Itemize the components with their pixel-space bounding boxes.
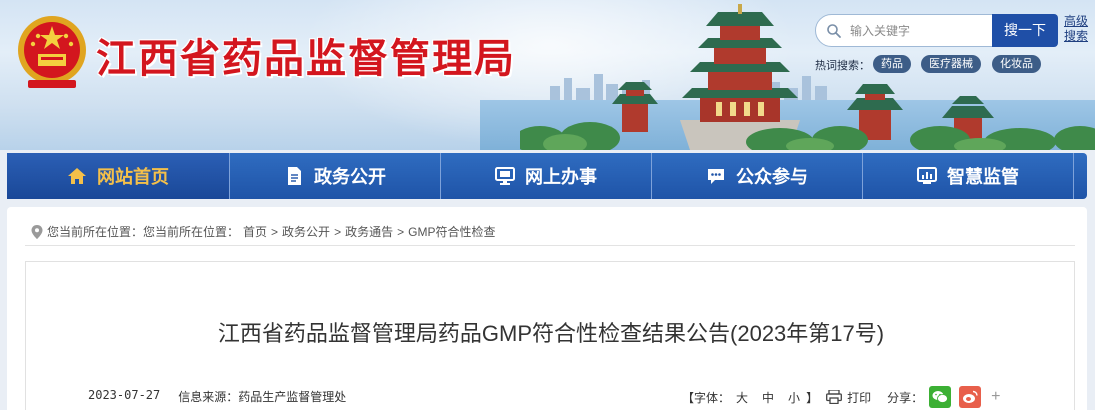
nav-label-public-participation: 公众参与: [736, 167, 808, 187]
article-meta: 2023-07-27 信息来源：药品生产监督管理处: [88, 388, 346, 405]
font-size-small-button[interactable]: 小: [788, 389, 800, 406]
hot-search-label: 热词搜索：: [815, 60, 870, 72]
hot-tag-drugs[interactable]: 药品: [873, 55, 911, 73]
monitor-icon: [495, 167, 515, 185]
font-size-label: 【字体：: [682, 390, 731, 405]
font-size-medium-button[interactable]: 中: [762, 389, 774, 406]
nav-label-government-affairs: 政务公开: [314, 167, 386, 187]
nav-label-online-services: 网上办事: [525, 167, 597, 187]
article-source: 信息来源：药品生产监督管理处: [178, 390, 347, 404]
main-nav: 网站首页 政务公开 网上办事 公众参与 智慧监管: [7, 153, 1087, 199]
breadcrumb-item-gmp-inspection[interactable]: GMP符合性检查: [408, 223, 495, 240]
article-title: 江西省药品监督管理局药品GMP符合性检查结果公告(2023年第17号): [217, 321, 885, 346]
breadcrumb-separator: >: [271, 224, 279, 239]
nav-item-home[interactable]: 网站首页: [7, 153, 230, 199]
header-banner: 江西省药品监督管理局 搜一下 高级搜索 热词搜索： 药品 医疗器械 化妆品: [0, 0, 1095, 150]
search-input[interactable]: [850, 21, 990, 41]
breadcrumb-separator: >: [334, 224, 342, 239]
article-tools: 【字体： 大 中 小 】 打印 分享： +: [682, 386, 1000, 408]
breadcrumb-item-government-affairs[interactable]: 政务公开: [282, 223, 330, 240]
breadcrumb-divider: [25, 245, 1075, 246]
hot-tag-medical-devices[interactable]: 医疗器械: [921, 55, 981, 73]
national-emblem-logo: [18, 16, 86, 88]
nav-item-smart-supervision[interactable]: 智慧监管: [863, 153, 1074, 199]
breadcrumb-prefix: 您当前所在位置：您当前所在位置：: [47, 225, 240, 239]
hot-tag-cosmetics[interactable]: 化妆品: [992, 55, 1041, 73]
nav-label-smart-supervision: 智慧监管: [947, 167, 1019, 187]
weibo-icon: [963, 390, 978, 403]
dashboard-icon: [917, 167, 937, 184]
font-size-close-bracket: 】: [806, 390, 819, 405]
print-button[interactable]: 打印: [847, 389, 871, 406]
weibo-share-button[interactable]: [959, 386, 982, 408]
article-date: 2023-07-27: [88, 388, 161, 402]
document-icon: [288, 167, 301, 185]
wechat-icon: [932, 391, 949, 403]
wechat-share-button[interactable]: [929, 386, 952, 408]
breadcrumb-separator: >: [397, 224, 405, 239]
advanced-search-link[interactable]: 高级搜索: [1064, 14, 1088, 44]
font-size-large-button[interactable]: 大: [736, 389, 748, 406]
home-icon: [68, 168, 86, 184]
search-icon: [827, 24, 841, 38]
breadcrumb-item-notices[interactable]: 政务通告: [345, 223, 393, 240]
nav-label-home: 网站首页: [97, 167, 169, 187]
more-share-icon[interactable]: +: [991, 388, 1000, 406]
breadcrumb-item-home[interactable]: 首页: [243, 223, 267, 240]
chat-icon: [708, 169, 724, 184]
breadcrumb: 您当前所在位置：您当前所在位置： 首页 > 政务公开 > 政务通告 > GMP符…: [31, 223, 495, 240]
site-title: 江西省药品监督管理局: [96, 37, 516, 81]
article-container: 江西省药品监督管理局药品GMP符合性检查结果公告(2023年第17号) 2023…: [25, 261, 1075, 410]
location-pin-icon: [31, 224, 43, 239]
nav-item-government-affairs[interactable]: 政务公开: [230, 153, 441, 199]
search-box: [815, 14, 993, 47]
share-label: 分享：: [887, 390, 924, 405]
search-button[interactable]: 搜一下: [992, 14, 1058, 47]
nav-item-public-participation[interactable]: 公众参与: [652, 153, 863, 199]
content-panel: 您当前所在位置：您当前所在位置： 首页 > 政务公开 > 政务通告 > GMP符…: [7, 207, 1087, 410]
trees-graphic: [520, 122, 1095, 150]
nav-item-online-services[interactable]: 网上办事: [441, 153, 652, 199]
print-icon[interactable]: [826, 390, 843, 404]
